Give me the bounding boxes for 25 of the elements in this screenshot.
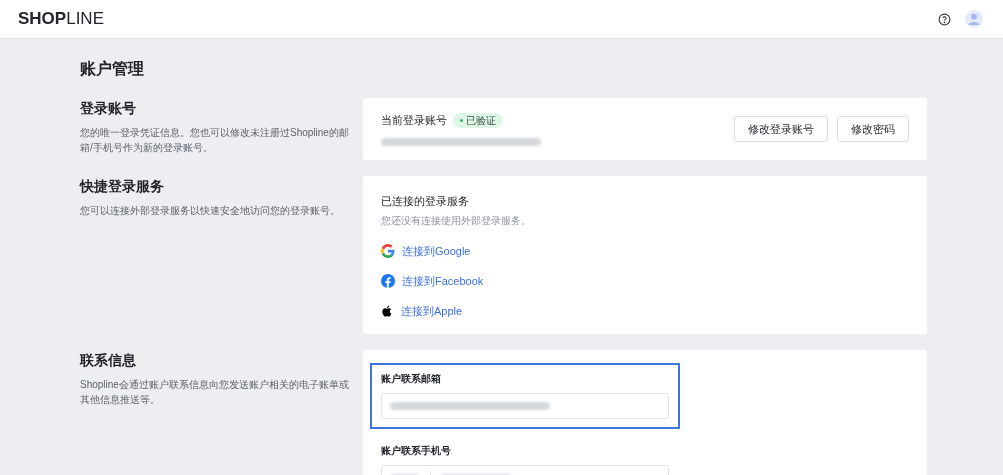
field-label: 账户联系邮箱 [381,372,442,386]
google-g-icon [381,244,395,258]
avatar-icon[interactable] [965,10,983,28]
section-heading: 快捷登录服务 [80,176,165,196]
section-description: Shopline会通过账户联系信息向您发送账户相关的电子账单或其他信息推送等。 [80,378,350,407]
connect-link[interactable]: 连接到Facebook [402,272,484,290]
section-heading: 登录账号 [80,99,137,118]
email-input-field[interactable] [381,393,669,419]
hint-text: 您还没有连接使用外部登录服务。 [381,214,532,228]
edit-button[interactable]: 修改密码 [837,115,909,142]
connect-link[interactable]: 连接到Google [402,242,471,260]
field-label: 当前登录账号 [381,113,447,128]
verified-badge: 已验证 [453,112,503,128]
section-heading: 联系信息 [80,351,137,370]
card-heading: 已连接的登录服务 [381,193,470,209]
page-title: 账户管理 [80,59,145,79]
shopline-logo: SHOPLINE [18,8,104,31]
field-label: 账户联系手机号 [381,444,452,458]
edit-button[interactable]: 修改登录账号 [734,115,828,142]
help-icon[interactable] [938,12,951,26]
section-description: 您的唯一登录凭证信息。您也可以修改未注册过Shopline的邮箱/手机号作为新的登录账号。 [80,126,350,155]
apple-icon [381,304,394,318]
section-description: 您可以连接外部登录服务以快速安全地访问您的登录账号。 [80,203,341,218]
facebook-f-icon [381,274,395,288]
connect-link[interactable]: 连接到Apple [401,302,463,320]
